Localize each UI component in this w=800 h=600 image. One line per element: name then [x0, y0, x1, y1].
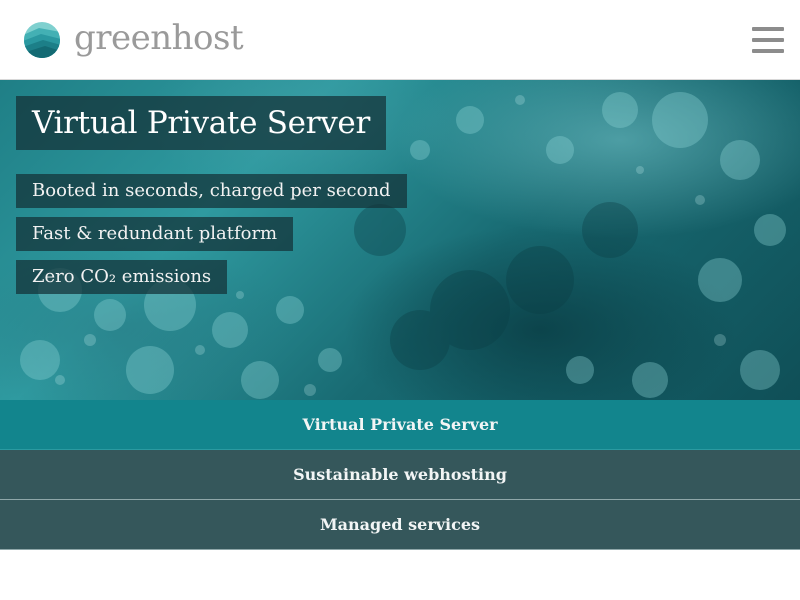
nav-item-managed-services[interactable]: Managed services [0, 500, 800, 550]
feature-item: Booted in seconds, charged per second [16, 174, 407, 208]
nav-item-virtual-private-server[interactable]: Virtual Private Server [0, 400, 800, 450]
greenhost-logo-icon [24, 22, 60, 58]
feature-item: Zero CO₂ emissions [16, 260, 228, 294]
hamburger-menu-icon [752, 38, 784, 42]
feature-item: Fast & redundant platform [16, 217, 294, 251]
hero-title: Virtual Private Server [16, 96, 386, 150]
hamburger-menu-button[interactable] [752, 27, 784, 53]
site-header: greenhost [0, 0, 800, 80]
nav-item-sustainable-webhosting[interactable]: Sustainable webhosting [0, 450, 800, 500]
service-nav: Virtual Private Server Sustainable webho… [0, 400, 800, 550]
hamburger-menu-icon [752, 27, 784, 31]
hero-banner: Virtual Private Server Booted in seconds… [0, 80, 800, 400]
logo-link[interactable]: greenhost [23, 18, 263, 60]
hamburger-menu-icon [752, 49, 784, 53]
logo-text: greenhost [74, 18, 244, 58]
